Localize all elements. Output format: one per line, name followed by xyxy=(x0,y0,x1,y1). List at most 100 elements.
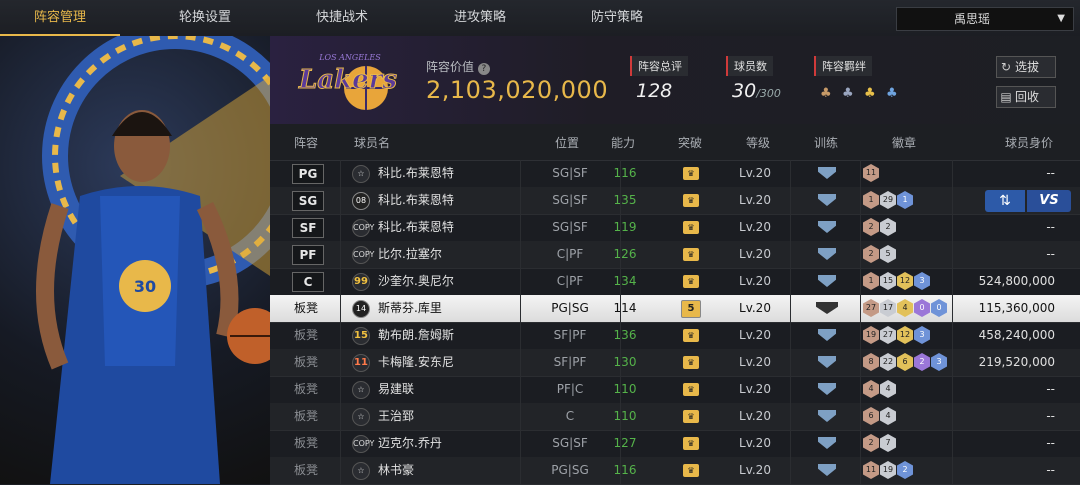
user-dropdown[interactable]: 禹思瑶 ▼ xyxy=(896,7,1074,31)
table-row[interactable]: 板凳 COPY 迈克尔.乔丹 SG|SF 127 ♛ Lv.20 27 -- xyxy=(270,430,1080,458)
col-breakthrough[interactable]: 突破 xyxy=(678,134,702,151)
player-name[interactable]: 沙奎尔.奥尼尔 xyxy=(378,268,454,295)
table-row[interactable]: C 99 沙奎尔.奥尼尔 C|PF 134 ♛ Lv.20 1 15 12 3 524… xyxy=(270,268,1080,296)
badge-icon[interactable]: 2 xyxy=(863,218,879,236)
badge-icon[interactable]: 29 xyxy=(880,191,896,209)
badge-icon[interactable]: 6 xyxy=(897,353,913,371)
badge-icon[interactable]: 27 xyxy=(880,326,896,344)
badge-icon[interactable]: 3 xyxy=(914,326,930,344)
player-name[interactable]: 勒布朗.詹姆斯 xyxy=(378,322,454,349)
badge-icon[interactable]: 2 xyxy=(897,461,913,479)
badge-icon[interactable]: 8 xyxy=(863,353,879,371)
player-name[interactable]: 科比.布莱恩特 xyxy=(378,160,454,187)
badge-icon[interactable]: 1 xyxy=(863,272,879,290)
table-row[interactable]: PG ☆ 科比.布莱恩特 SG|SF 116 ♛ Lv.20 11 -- xyxy=(270,160,1080,188)
table-row[interactable]: 板凳 11 卡梅隆.安东尼 SF|PF 130 ♛ Lv.20 8 22 6 2 3 2… xyxy=(270,349,1080,377)
badge-icon[interactable]: 3 xyxy=(931,353,947,371)
training-shield-icon[interactable] xyxy=(818,248,836,260)
player-name[interactable]: 王治郅 xyxy=(378,403,414,430)
training-shield-icon[interactable] xyxy=(818,464,836,476)
breakthrough-crown-icon[interactable]: 5 xyxy=(681,300,701,318)
training-shield-icon[interactable] xyxy=(818,383,836,395)
swap-icon[interactable]: ⇅ xyxy=(985,190,1025,212)
breakthrough-crown-icon[interactable]: ♛ xyxy=(683,383,699,396)
select-button[interactable]: ↻ 选拔 xyxy=(996,56,1056,78)
breakthrough-crown-icon[interactable]: ♛ xyxy=(683,329,699,342)
recycle-button[interactable]: ▤ 回收 xyxy=(996,86,1056,108)
training-shield-icon[interactable] xyxy=(818,275,836,287)
col-lineup[interactable]: 阵容 xyxy=(294,134,318,151)
badge-icon[interactable]: 19 xyxy=(880,461,896,479)
badge-icon[interactable]: 4 xyxy=(897,299,913,317)
table-row[interactable]: 板凳 ☆ 王治郅 C 110 ♛ Lv.20 64 -- xyxy=(270,403,1080,431)
tab-offense[interactable]: 进攻策略 xyxy=(420,0,540,34)
table-row[interactable]: SF COPY 科比.布莱恩特 SG|SF 119 ♛ Lv.20 22 -- xyxy=(270,214,1080,242)
player-name[interactable]: 科比.布莱恩特 xyxy=(378,214,454,241)
bond-icon[interactable]: ♣ xyxy=(886,86,904,102)
breakthrough-crown-icon[interactable]: ♛ xyxy=(683,356,699,369)
training-shield-icon[interactable] xyxy=(816,302,838,314)
badge-icon[interactable]: 1 xyxy=(863,191,879,209)
badge-icon[interactable]: 2 xyxy=(863,245,879,263)
col-ability[interactable]: 能力 xyxy=(611,134,635,151)
col-player[interactable]: 球员名 xyxy=(354,134,390,151)
badge-icon[interactable]: 2 xyxy=(880,218,896,236)
table-row[interactable]: SG 08 科比.布莱恩特 SG|SF 135 ♛ Lv.20 1 29 1 xyxy=(270,187,1080,215)
breakthrough-crown-icon[interactable]: ♛ xyxy=(683,437,699,450)
bond-icon[interactable]: ♣ xyxy=(842,86,860,102)
player-name[interactable]: 比尔.拉塞尔 xyxy=(378,241,442,268)
col-training[interactable]: 训练 xyxy=(814,134,838,151)
badge-icon[interactable]: 4 xyxy=(880,380,896,398)
training-shield-icon[interactable] xyxy=(818,167,836,179)
table-row[interactable]: 板凳 14 斯蒂芬.库里 PG|SG 114 5 Lv.20 27 17 4 0 0 1… xyxy=(270,295,1080,323)
table-row[interactable]: 板凳 15 勒布朗.詹姆斯 SF|PF 136 ♛ Lv.20 19 27 12 3 … xyxy=(270,322,1080,350)
badge-icon[interactable]: 12 xyxy=(897,326,913,344)
badge-icon[interactable]: 15 xyxy=(880,272,896,290)
breakthrough-crown-icon[interactable]: ♛ xyxy=(683,275,699,288)
badge-icon[interactable]: 19 xyxy=(863,326,879,344)
breakthrough-crown-icon[interactable]: ♛ xyxy=(683,248,699,261)
badge-icon[interactable]: 12 xyxy=(897,272,913,290)
player-name[interactable]: 迈克尔.乔丹 xyxy=(378,430,442,457)
badge-icon[interactable]: 11 xyxy=(863,461,879,479)
tab-rotation[interactable]: 轮换设置 xyxy=(145,0,265,34)
training-shield-icon[interactable] xyxy=(818,437,836,449)
tab-quick-tactics[interactable]: 快捷战术 xyxy=(282,0,402,34)
training-shield-icon[interactable] xyxy=(818,410,836,422)
training-shield-icon[interactable] xyxy=(818,356,836,368)
badge-icon[interactable]: 0 xyxy=(931,299,947,317)
training-shield-icon[interactable] xyxy=(818,329,836,341)
badge-icon[interactable]: 6 xyxy=(863,407,879,425)
badge-icon[interactable]: 4 xyxy=(880,407,896,425)
breakthrough-crown-icon[interactable]: ♛ xyxy=(683,221,699,234)
breakthrough-crown-icon[interactable]: ♛ xyxy=(683,167,699,180)
bond-icon[interactable]: ♣ xyxy=(864,86,882,102)
badge-icon[interactable]: 7 xyxy=(880,434,896,452)
player-name[interactable]: 林书豪 xyxy=(378,457,414,484)
badge-icon[interactable]: 0 xyxy=(914,299,930,317)
col-worth[interactable]: 球员身价 xyxy=(1005,134,1053,151)
player-name[interactable]: 科比.布莱恩特 xyxy=(378,187,454,214)
badge-icon[interactable]: 22 xyxy=(880,353,896,371)
tab-lineup[interactable]: 阵容管理 xyxy=(0,0,120,36)
col-badges[interactable]: 徽章 xyxy=(892,134,916,151)
badge-icon[interactable]: 27 xyxy=(863,299,879,317)
table-row[interactable]: PF COPY 比尔.拉塞尔 C|PF 126 ♛ Lv.20 25 -- xyxy=(270,241,1080,269)
tab-defense[interactable]: 防守策略 xyxy=(557,0,677,34)
table-row[interactable]: 板凳 ☆ 林书豪 PG|SG 116 ♛ Lv.20 11 19 2 -- xyxy=(270,457,1080,485)
training-shield-icon[interactable] xyxy=(818,194,836,206)
col-position[interactable]: 位置 xyxy=(555,134,579,151)
player-name[interactable]: 卡梅隆.安东尼 xyxy=(378,349,454,376)
badge-icon[interactable]: 3 xyxy=(914,272,930,290)
col-level[interactable]: 等级 xyxy=(746,134,770,151)
badge-icon[interactable]: 4 xyxy=(863,380,879,398)
bond-icon[interactable]: ♣ xyxy=(820,86,838,102)
vs-button[interactable]: VS xyxy=(1027,190,1071,212)
player-name[interactable]: 易建联 xyxy=(378,376,414,403)
breakthrough-crown-icon[interactable]: ♛ xyxy=(683,464,699,477)
badge-icon[interactable]: 2 xyxy=(914,353,930,371)
badge-icon[interactable]: 17 xyxy=(880,299,896,317)
player-name[interactable]: 斯蒂芬.库里 xyxy=(378,295,442,322)
help-icon[interactable]: ? xyxy=(477,63,490,75)
breakthrough-crown-icon[interactable]: ♛ xyxy=(683,194,699,207)
